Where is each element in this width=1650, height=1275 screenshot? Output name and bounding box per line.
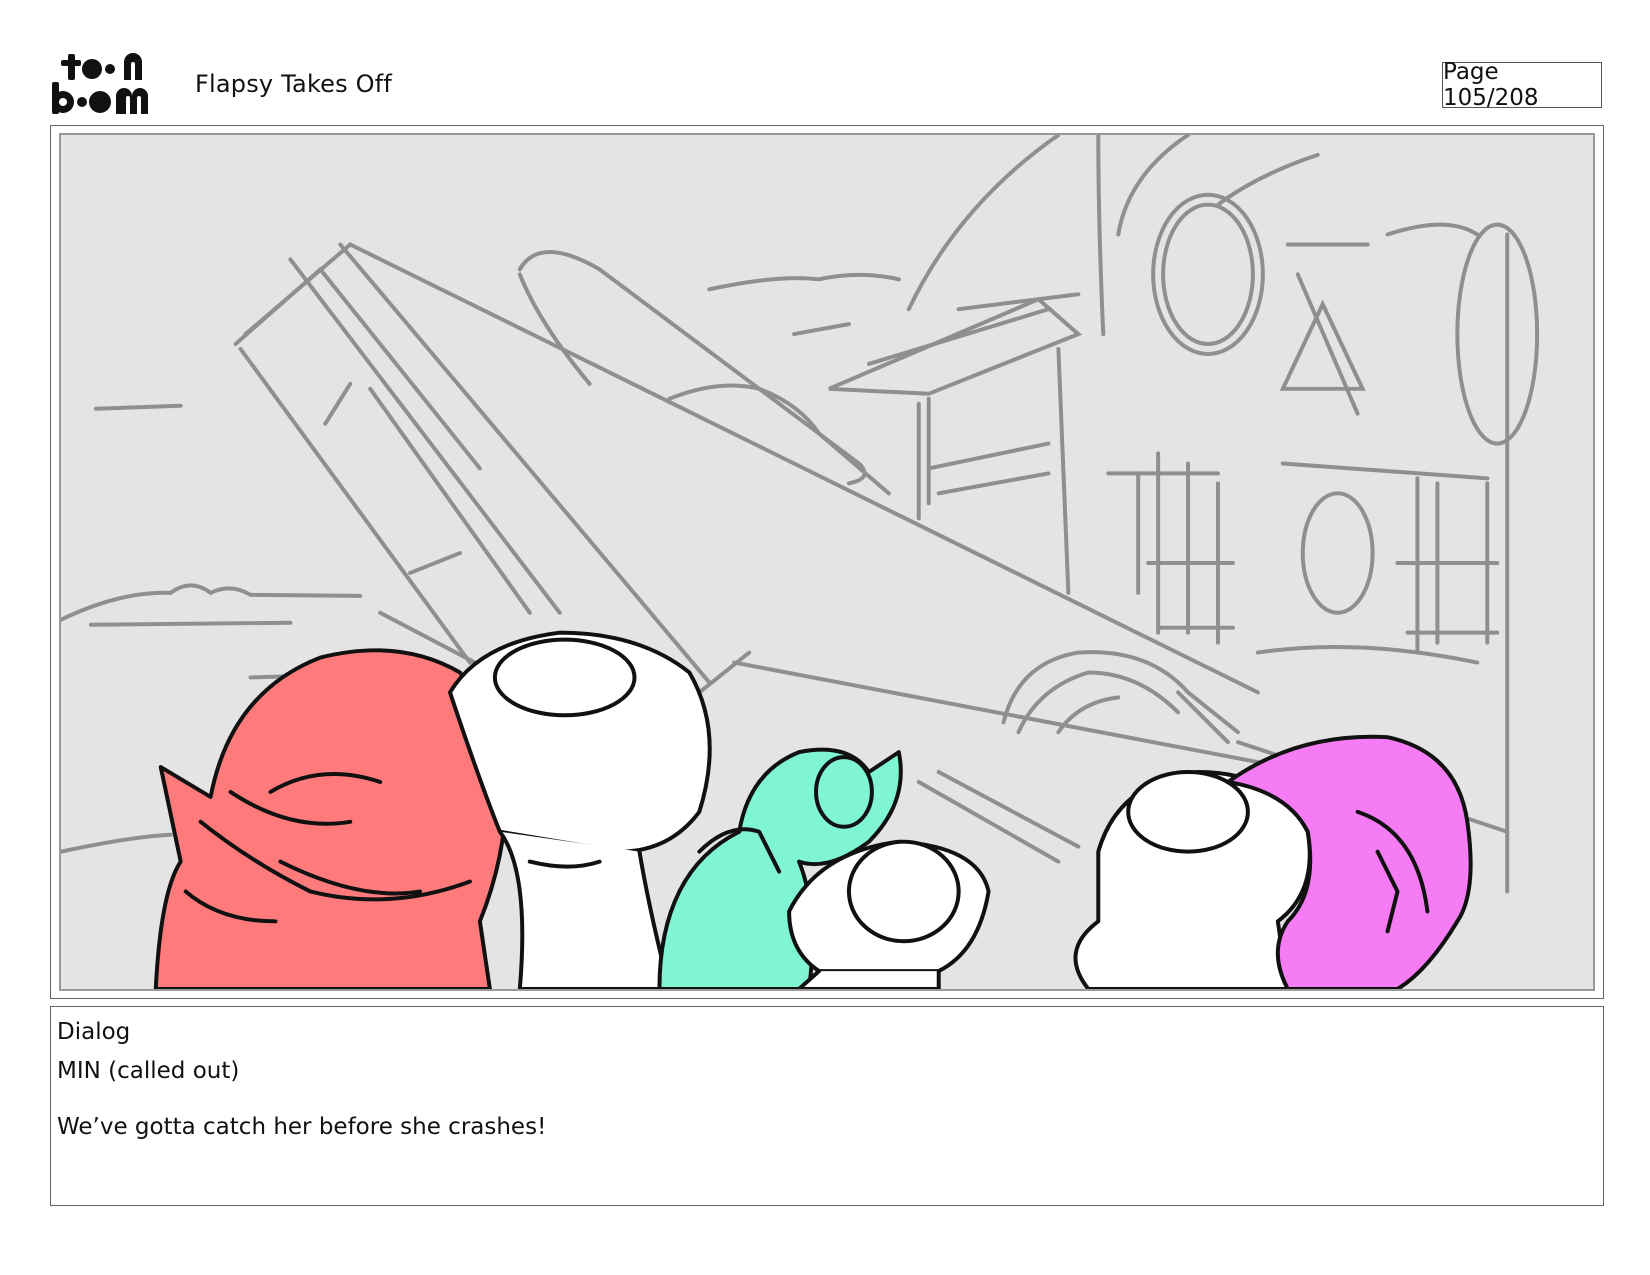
dialog-line: We’ve gotta catch her before she crashes… [57, 1114, 547, 1140]
storyboard-sketch [61, 135, 1540, 989]
storyboard-panel [50, 125, 1604, 999]
dialog-box: Dialog MIN (called out) We’ve gotta catc… [50, 1006, 1604, 1206]
toonboom-logo-mark [52, 53, 148, 114]
dialog-speaker: MIN (called out) [57, 1057, 240, 1084]
toonboom-logo [52, 52, 170, 118]
characters [153, 630, 1473, 989]
page-number: Page 105/208 [1442, 59, 1602, 111]
panel-drawing [59, 133, 1595, 991]
dialog-heading: Dialog [57, 1019, 131, 1045]
document-title: Flapsy Takes Off [195, 70, 393, 98]
